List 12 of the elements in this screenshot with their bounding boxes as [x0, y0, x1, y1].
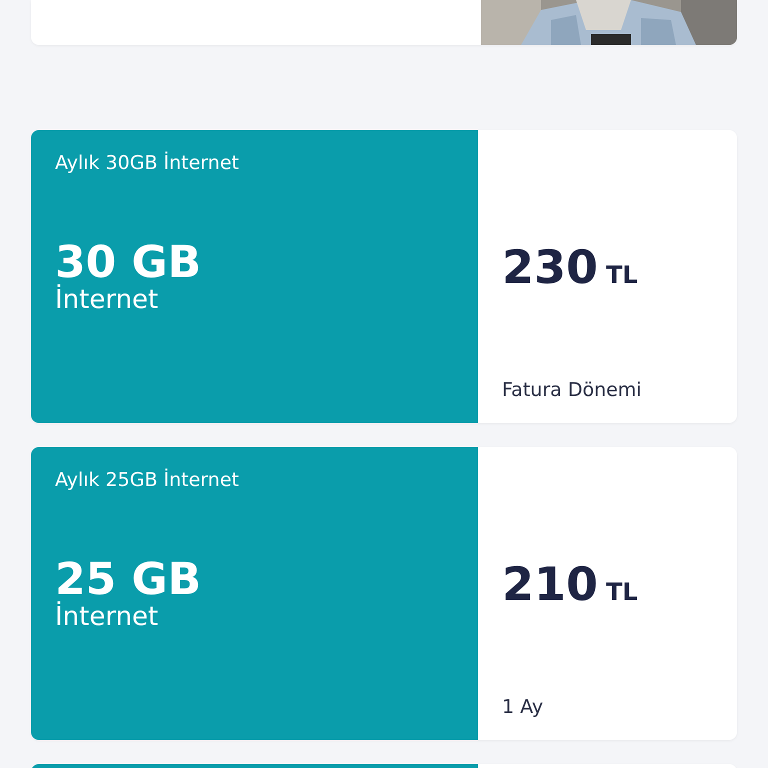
data-unit: İnternet — [55, 603, 160, 632]
package-panel[interactable]: Aylık 30GB İnternet 30 GB İnternet — [31, 130, 478, 423]
price: 210 — [502, 561, 598, 607]
currency: TL — [606, 261, 638, 289]
package-title: Aylık 25GB İnternet — [55, 469, 240, 491]
price: 230 — [502, 244, 598, 290]
period-label: 1 Ay — [502, 696, 544, 718]
package-title: Aylık 30GB İnternet — [55, 152, 240, 174]
data-unit: İnternet — [55, 286, 160, 315]
period-label: Fatura Dönemi — [502, 379, 643, 401]
package-panel[interactable]: Aylık 25GB İnternet 25 GB İnternet — [31, 447, 478, 740]
currency: TL — [606, 578, 638, 606]
